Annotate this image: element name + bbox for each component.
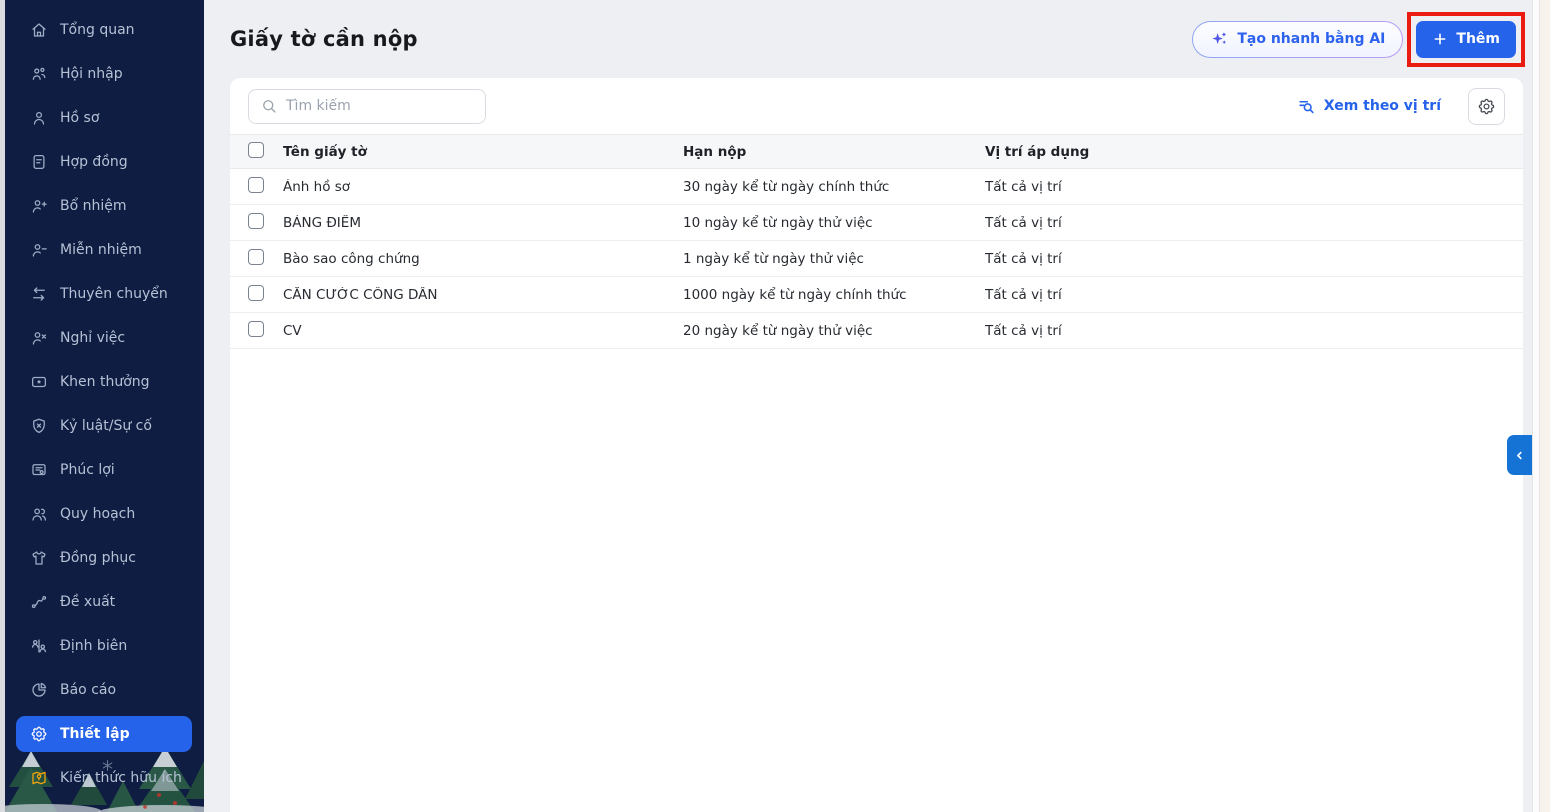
column-header-name: Tên giấy tờ — [283, 143, 367, 160]
table-row[interactable]: Bào sao công chứng 1 ngày kể từ ngày thử… — [230, 241, 1523, 277]
transfer-arrows-icon — [30, 285, 48, 303]
benefit-card-icon — [30, 461, 48, 479]
sidebar-item-user-2[interactable]: Hồ sơ — [16, 100, 192, 136]
row-checkbox[interactable] — [248, 176, 264, 193]
app-window: Tổng quan Hội nhập Hồ sơ Hợp đồng Bổ nhi… — [0, 0, 1550, 812]
sidebar-item-shirt-12[interactable]: Đồng phục — [16, 540, 192, 576]
home-icon — [30, 21, 48, 39]
cell-position: Tất cả vị trí — [985, 322, 1062, 339]
row-checkbox[interactable] — [248, 212, 264, 229]
sidebar-item-pie-chart-15[interactable]: Báo cáo — [16, 672, 192, 708]
page-header: Giấy tờ cần nộp Tạo nhanh bằng AI Thêm — [204, 0, 1550, 78]
pie-chart-icon — [30, 681, 48, 699]
window-edge-strip — [1540, 0, 1550, 812]
chevron-left-icon — [1513, 449, 1526, 462]
header-actions: Tạo nhanh bằng AI Thêm — [1192, 11, 1525, 67]
sidebar-item-home-0[interactable]: Tổng quan — [16, 12, 192, 48]
sidebar-item-shield-x-9[interactable]: Kỷ luật/Sự cố — [16, 408, 192, 444]
sidebar-item-route-13[interactable]: Đề xuất — [16, 584, 192, 620]
cell-document-name: CV — [283, 322, 302, 339]
annotation-highlight-box: Thêm — [1407, 11, 1525, 67]
table-row[interactable]: BẢNG ĐIỂM 10 ngày kể từ ngày thử việc Tấ… — [230, 205, 1523, 241]
right-separator — [1532, 0, 1540, 812]
view-by-position-label: Xem theo vị trí — [1323, 98, 1441, 114]
gear-icon — [1477, 97, 1496, 116]
cell-deadline: 1000 ngày kể từ ngày chính thức — [683, 286, 907, 303]
cell-deadline: 30 ngày kể từ ngày chính thức — [683, 178, 890, 195]
user-plus-icon — [30, 197, 48, 215]
cell-deadline: 10 ngày kể từ ngày thử việc — [683, 214, 873, 231]
cell-document-name: Ảnh hồ sơ — [283, 178, 351, 195]
sidebar-item-benefit-card-10[interactable]: Phúc lợi — [16, 452, 192, 488]
table-header-row: Tên giấy tờ Hạn nộp Vị trí áp dụng — [230, 134, 1523, 169]
sidebar-item-gear-16[interactable]: Thiết lập — [16, 716, 192, 752]
collapse-panel-tab[interactable] — [1507, 435, 1532, 475]
sidebar-item-transfer-arrows-6[interactable]: Thuyên chuyển — [16, 276, 192, 312]
search-box — [248, 88, 486, 124]
documents-card: Xem theo vị trí Tên giấy tờ Hạn nộp Vị t… — [230, 78, 1523, 812]
filter-search-icon — [1297, 97, 1316, 116]
sidebar-item-users-11[interactable]: Quy hoạch — [16, 496, 192, 532]
search-icon — [260, 97, 278, 115]
column-header-position: Vị trí áp dụng — [985, 143, 1090, 160]
main-content: Giấy tờ cần nộp Tạo nhanh bằng AI Thêm T… — [204, 0, 1550, 812]
table-row[interactable]: Ảnh hồ sơ 30 ngày kể từ ngày chính thức … — [230, 169, 1523, 205]
cell-document-name: BẢNG ĐIỂM — [283, 214, 361, 231]
shirt-icon — [30, 549, 48, 567]
row-checkbox[interactable] — [248, 320, 264, 337]
view-by-position-link[interactable]: Xem theo vị trí — [1297, 97, 1441, 116]
sidebar-item-org-chart-14[interactable]: Định biên — [16, 628, 192, 664]
cell-document-name: CĂN CƯỚC CÔNG DÂN — [283, 286, 438, 303]
table-row[interactable]: CĂN CƯỚC CÔNG DÂN 1000 ngày kể từ ngày c… — [230, 277, 1523, 313]
shield-x-icon — [30, 417, 48, 435]
sidebar-item-users-group-1[interactable]: Hội nhập — [16, 56, 192, 92]
column-header-deadline: Hạn nộp — [683, 143, 747, 160]
plus-icon — [1432, 31, 1448, 47]
toolbar-right: Xem theo vị trí — [1297, 87, 1505, 125]
sidebar-item-award-ticket-8[interactable]: Khen thưởng — [16, 364, 192, 400]
ai-quick-create-label: Tạo nhanh bằng AI — [1237, 31, 1386, 47]
users-icon — [30, 505, 48, 523]
add-button[interactable]: Thêm — [1416, 20, 1516, 58]
gear-icon — [30, 725, 48, 743]
knowledge-map-icon — [30, 769, 48, 787]
cell-deadline: 20 ngày kể từ ngày thử việc — [683, 322, 873, 339]
cell-position: Tất cả vị trí — [985, 178, 1062, 195]
row-checkbox[interactable] — [248, 284, 264, 301]
search-input[interactable] — [286, 98, 474, 114]
page-title: Giấy tờ cần nộp — [230, 27, 418, 51]
ai-quick-create-button[interactable]: Tạo nhanh bằng AI — [1192, 21, 1403, 58]
user-minus-icon — [30, 241, 48, 259]
user-x-icon — [30, 329, 48, 347]
sidebar-item-document-3[interactable]: Hợp đồng — [16, 144, 192, 180]
sidebar: Tổng quan Hội nhập Hồ sơ Hợp đồng Bổ nhi… — [5, 0, 204, 812]
cell-position: Tất cả vị trí — [985, 214, 1062, 231]
sidebar-item-user-plus-4[interactable]: Bổ nhiệm — [16, 188, 192, 224]
sparkles-icon — [1210, 31, 1228, 47]
table-row[interactable]: CV 20 ngày kể từ ngày thử việc Tất cả vị… — [230, 313, 1523, 349]
cell-position: Tất cả vị trí — [985, 250, 1062, 267]
add-button-label: Thêm — [1456, 31, 1500, 47]
award-ticket-icon — [30, 373, 48, 391]
cell-deadline: 1 ngày kể từ ngày thử việc — [683, 250, 864, 267]
sidebar-item-user-x-7[interactable]: Nghỉ việc — [16, 320, 192, 356]
document-icon — [30, 153, 48, 171]
sidebar-item-user-minus-5[interactable]: Miễn nhiệm — [16, 232, 192, 268]
cell-document-name: Bào sao công chứng — [283, 250, 420, 267]
table-body: Ảnh hồ sơ 30 ngày kể từ ngày chính thức … — [230, 169, 1523, 349]
sidebar-item-knowledge-map-17[interactable]: Kiến thức hữu ích — [16, 760, 192, 796]
row-checkbox[interactable] — [248, 248, 264, 265]
org-chart-icon — [30, 637, 48, 655]
user-icon — [30, 109, 48, 127]
select-all-checkbox[interactable] — [248, 141, 264, 158]
users-group-icon — [30, 65, 48, 83]
sidebar-nav: Tổng quan Hội nhập Hồ sơ Hợp đồng Bổ nhi… — [5, 0, 204, 796]
card-toolbar: Xem theo vị trí — [230, 78, 1523, 134]
cell-position: Tất cả vị trí — [985, 286, 1062, 303]
table-settings-button[interactable] — [1468, 87, 1505, 125]
route-icon — [30, 593, 48, 611]
